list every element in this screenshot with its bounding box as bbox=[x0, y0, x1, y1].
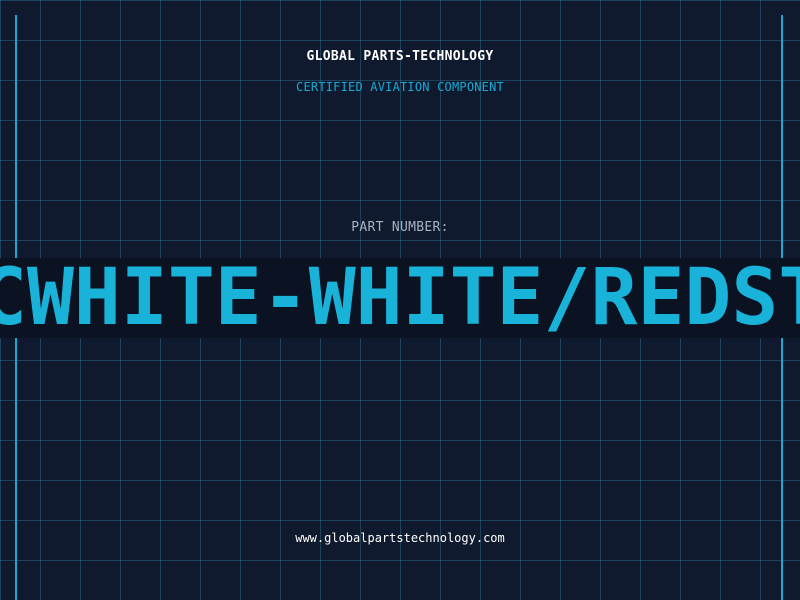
part-number-value: CWHITE-WHITE/REDSTW bbox=[0, 258, 800, 338]
part-number-band: CWHITE-WHITE/REDSTW bbox=[0, 258, 800, 338]
tagline: CERTIFIED AVIATION COMPONENT bbox=[296, 80, 504, 94]
part-number-label: PART NUMBER: bbox=[351, 220, 449, 235]
part-card: GLOBAL PARTS-TECHNOLOGY CERTIFIED AVIATI… bbox=[0, 0, 800, 600]
website-url: www.globalpartstechnology.com bbox=[295, 531, 505, 545]
company-name: GLOBAL PARTS-TECHNOLOGY bbox=[306, 49, 494, 64]
